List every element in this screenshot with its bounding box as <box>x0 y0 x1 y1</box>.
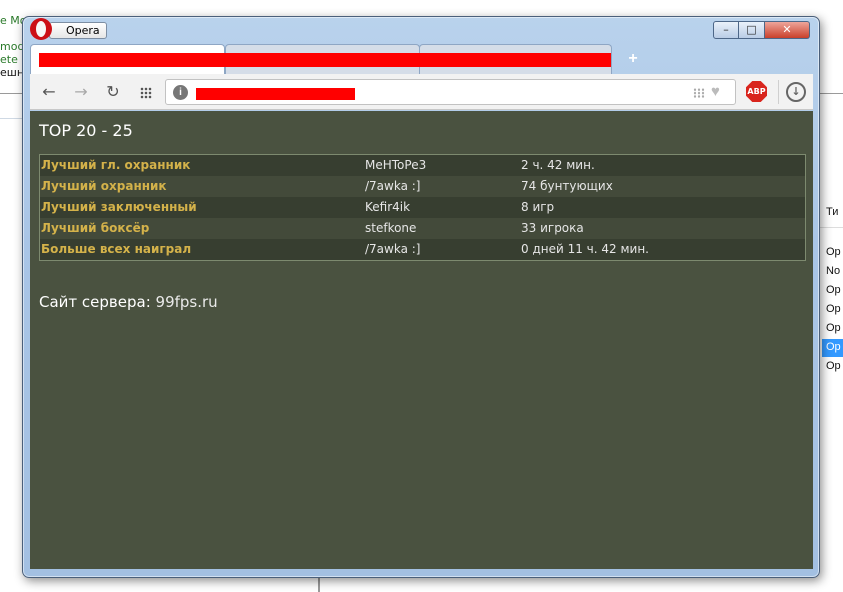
top-stats-table: Лучший гл. охранник MeHToPe3 2 ч. 42 мин… <box>39 154 806 261</box>
stat-label: Лучший гл. охранник <box>41 158 191 172</box>
background-divider <box>0 93 22 94</box>
page-title: TOP 20 - 25 <box>39 121 133 140</box>
table-row: Лучший охранник /7awka :] 74 бунтующих <box>40 176 805 197</box>
downloads-icon[interactable]: ↓ <box>786 82 806 102</box>
stat-player: Kefir4ik <box>365 200 411 214</box>
background-divider <box>820 93 843 94</box>
close-icon: ✕ <box>782 23 792 36</box>
stat-value: 2 ч. 42 мин. <box>521 158 595 172</box>
forward-button[interactable]: → <box>72 83 90 101</box>
server-site-line: Сайт сервера: 99fps.ru <box>39 293 218 311</box>
reload-button[interactable]: ↻ <box>104 83 122 101</box>
minimize-button[interactable]: – <box>713 21 739 39</box>
table-row: Лучший боксёр stefkone 33 игрока <box>40 218 805 239</box>
background-list-item: Op <box>826 322 841 334</box>
stat-label: Лучший охранник <box>41 179 167 193</box>
browser-toolbar: ← → ↻ i ♥ ABP ↓ <box>30 74 813 110</box>
stat-player: MeHToPe3 <box>365 158 427 172</box>
page-content: TOP 20 - 25 Лучший гл. охранник MeHToPe3… <box>30 111 813 569</box>
stat-value: 74 бунтующих <box>521 179 613 193</box>
table-row: Лучший заключенный Kefir4ik 8 игр <box>40 197 805 218</box>
minimize-icon: – <box>723 23 729 36</box>
redacted-url <box>196 88 355 100</box>
tab-strip: + <box>30 44 813 74</box>
stat-label: Больше всех наиграл <box>41 242 192 256</box>
server-site-value: 99fps.ru <box>155 293 218 311</box>
background-list-item: Op <box>826 284 841 296</box>
back-button[interactable]: ← <box>40 83 58 101</box>
adblock-plus-icon[interactable]: ABP <box>746 81 767 102</box>
background-divider <box>318 578 320 592</box>
app-name: Opera <box>66 24 100 37</box>
stat-label: Лучший заключенный <box>41 200 197 214</box>
background-text: ete <box>0 53 18 66</box>
stat-value: 8 игр <box>521 200 555 214</box>
maximize-button[interactable]: □ <box>739 21 765 39</box>
toolbar-separator <box>778 80 779 104</box>
speed-dial-grid-icon[interactable] <box>140 87 152 99</box>
opera-logo-icon[interactable] <box>30 18 52 40</box>
stat-value: 0 дней 11 ч. 42 мин. <box>521 242 649 256</box>
stat-value: 33 игрока <box>521 221 584 235</box>
background-list-item: Op <box>826 303 841 315</box>
stat-player: /7awka :] <box>365 179 421 193</box>
background-list-item: Op <box>826 360 841 372</box>
table-row: Больше всех наиграл /7awka :] 0 дней 11 … <box>40 239 805 260</box>
background-text: mod <box>0 40 25 53</box>
table-row: Лучший гл. охранник MeHToPe3 2 ч. 42 мин… <box>40 155 805 176</box>
opera-menu-button[interactable]: Opera <box>49 22 107 39</box>
close-button[interactable]: ✕ <box>765 21 810 39</box>
site-info-icon[interactable]: i <box>173 85 188 100</box>
speed-dial-add-icon[interactable] <box>693 88 705 98</box>
address-bar[interactable]: i ♥ <box>165 79 736 105</box>
background-divider <box>0 118 22 119</box>
bookmark-heart-icon[interactable]: ♥ <box>711 83 720 101</box>
background-list-item: Op <box>826 246 841 258</box>
stat-player: /7awka :] <box>365 242 421 256</box>
background-list-header: Ти <box>818 196 843 228</box>
background-file-list: Ти Op No Op Op Op Op Op <box>818 196 843 386</box>
stat-player: stefkone <box>365 221 417 235</box>
background-list-item: Op <box>826 341 841 353</box>
new-tab-button[interactable]: + <box>626 51 640 67</box>
maximize-icon: □ <box>746 23 757 36</box>
stat-label: Лучший боксёр <box>41 221 150 235</box>
server-site-label: Сайт сервера: <box>39 293 151 311</box>
browser-window: Opera – □ ✕ + ← → ↻ i ♥ ABP ↓ TOP 20 - 2… <box>22 16 820 578</box>
redacted-tab-titles <box>39 53 611 67</box>
background-list-item: No <box>826 265 841 277</box>
